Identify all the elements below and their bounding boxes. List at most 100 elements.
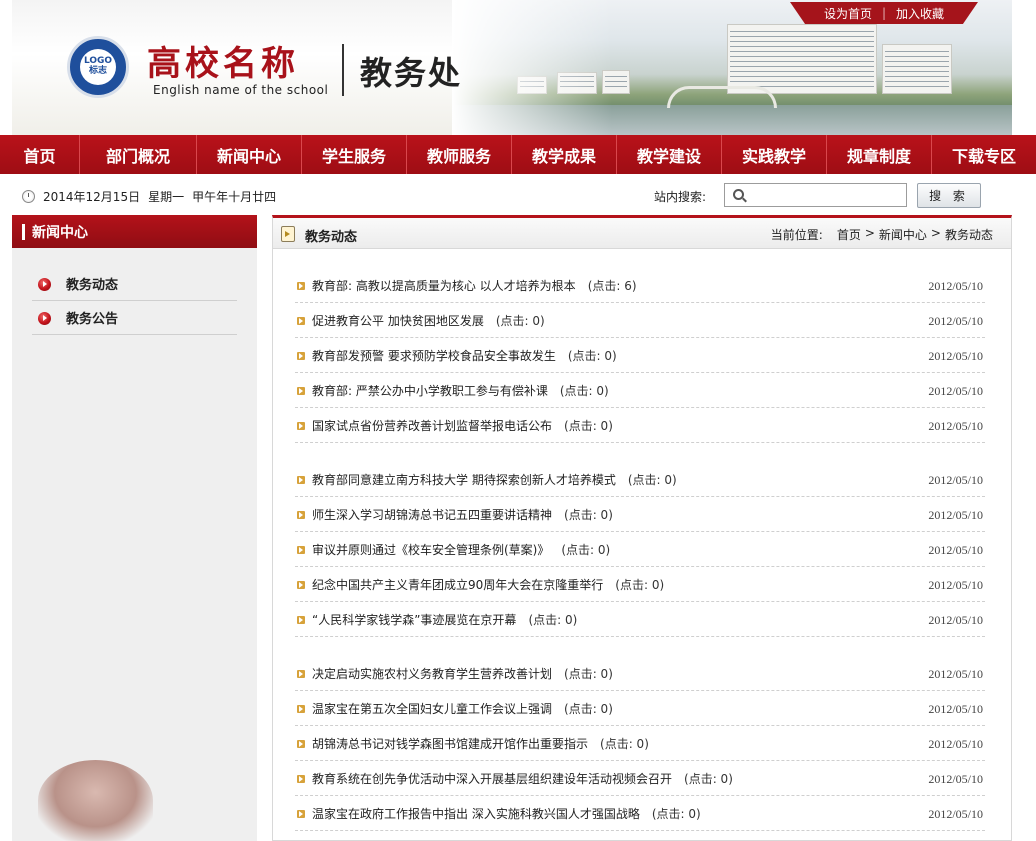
page-title: 教务动态 [305,230,358,245]
news-hits: (点击: 0) [627,472,677,487]
news-item: 温家宝在政府工作报告中指出 深入实施科教兴国人才强国战略 (点击: 0) 2012/… [295,796,985,831]
news-item: 温家宝在第五次全国妇女儿童工作会议上强调 (点击: 0) 2012/05/10 [295,691,985,726]
bullet-icon [297,387,305,395]
nav-news-center[interactable]: 新闻中心 [197,135,302,174]
bullet-icon [297,581,305,589]
add-favorite-link[interactable]: 加入收藏 [896,5,944,22]
breadcrumb: 当前位置: 首页 > 新闻中心 > 教务动态 [771,226,993,243]
search-icon [733,189,744,200]
nav-teaching-achievements[interactable]: 教学成果 [512,135,617,174]
news-title[interactable]: 决定启动实施农村义务教育学生营养改善计划 [312,665,552,682]
news-title[interactable]: 促进教育公平 加快贫困地区发展 [312,312,484,329]
department-name: 教务处 [360,54,463,92]
nav-department-overview[interactable]: 部门概况 [80,135,197,174]
news-date: 2012/05/10 [928,578,983,592]
bullet-arrow-icon [38,278,51,291]
news-hits: (点击: 0) [561,542,611,557]
news-hits: (点击: 0) [564,418,613,433]
clock-icon [22,189,35,203]
breadcrumb-home[interactable]: 首页 [837,226,861,243]
news-hits: (点击: 0) [684,771,733,786]
news-title[interactable]: 胡锦涛总书记对钱学森图书馆建成开馆作出重要指示 [312,735,588,752]
news-hits: (点击: 6) [587,278,637,293]
news-hits: (点击: 0) [528,612,578,627]
news-title[interactable]: 温家宝在第五次全国妇女儿童工作会议上强调 [312,700,552,717]
news-title[interactable]: 教育部发预警 要求预防学校食品安全事故发生 [312,347,556,364]
news-title[interactable]: 教育部: 严禁公办中小学教职工参与有偿补课 [312,382,548,399]
sidebar-item-academic-notices[interactable]: 教务公告 [32,301,237,335]
current-date: 2014年12月15日 [43,189,141,204]
news-title[interactable]: 纪念中国共产主义青年团成立90周年大会在京隆重举行 [312,576,603,593]
breadcrumb-label: 当前位置: [770,228,823,242]
current-weekday: 星期一 [148,189,185,204]
news-date: 2012/05/10 [928,543,983,557]
school-name-english: English name of the school [153,83,329,97]
news-item: 决定启动实施农村义务教育学生营养改善计划 (点击: 0) 2012/05/10 [295,656,985,691]
news-item: 教育部: 严禁公办中小学教职工参与有偿补课 (点击: 0) 2012/05/10 [295,373,985,408]
search-button[interactable]: 搜 索 [917,183,981,208]
sidebar-header: 新闻中心 [12,215,257,248]
main-panel-header: 教务动态 当前位置: 首页 > 新闻中心 > 教务动态 [273,218,1011,249]
news-hits: (点击: 0) [564,507,613,522]
news-item: “人民科学家钱学森”事迹展览在京开幕 (点击: 0) 2012/05/10 [295,602,985,637]
news-hits: (点击: 0) [564,666,613,681]
breadcrumb-separator: > [864,226,875,240]
news-hits: (点击: 0) [564,701,613,716]
news-title[interactable]: 教育部: 高教以提高质量为核心 以人才培养为根本 [312,277,576,294]
news-date: 2012/05/10 [928,384,983,398]
bullet-arrow-icon [38,312,51,325]
news-item: 审议并原则通过《校车安全管理条例(草案)》 (点击: 0) 2012/05/10 [295,532,985,567]
bullet-icon [297,616,305,624]
news-date: 2012/05/10 [928,279,983,293]
sidebar-list: 教务动态 教务公告 [12,267,257,335]
nav-student-services[interactable]: 学生服务 [302,135,407,174]
news-date: 2012/05/10 [928,419,983,433]
bullet-icon [297,282,305,290]
school-logo: LOGO 标志 [67,36,129,98]
news-title[interactable]: 温家宝在政府工作报告中指出 深入实施科教兴国人才强国战略 [312,805,640,822]
breadcrumb-current: 教务动态 [944,228,993,242]
header-divider [342,44,344,96]
nav-home[interactable]: 首页 [0,135,80,174]
bullet-icon [297,317,305,325]
news-item: 促进教育公平 加快贫困地区发展 (点击: 0) 2012/05/10 [295,303,985,338]
news-date: 2012/05/10 [928,613,983,627]
news-date: 2012/05/10 [928,772,983,786]
nav-regulations[interactable]: 规章制度 [827,135,932,174]
news-list-group: 教育部: 高教以提高质量为核心 以人才培养为根本 (点击: 6) 2012/05/1… [295,268,985,443]
nav-practice-teaching[interactable]: 实践教学 [722,135,827,174]
bullet-icon [297,775,305,783]
news-title[interactable]: 审议并原则通过《校车安全管理条例(草案)》 [312,541,549,558]
news-item: 教育部同意建立南方科技大学 期待探索创新人才培养模式 (点击: 0) 2012/05… [295,462,985,497]
school-name: 高校名称 [147,44,299,84]
search-input[interactable] [750,185,902,205]
news-title[interactable]: 国家试点省份营养改善计划监督举报电话公布 [312,417,552,434]
bullet-icon [297,476,305,484]
news-item: 胡锦涛总书记对钱学森图书馆建成开馆作出重要指示 (点击: 0) 2012/05/10 [295,726,985,761]
news-date: 2012/05/10 [928,314,983,328]
news-title[interactable]: 教育部同意建立南方科技大学 期待探索创新人才培养模式 [312,471,616,488]
nav-teacher-services[interactable]: 教师服务 [407,135,512,174]
nav-teaching-construction[interactable]: 教学建设 [617,135,722,174]
news-date: 2012/05/10 [928,702,983,716]
news-item: 国家试点省份营养改善计划监督举报电话公布 (点击: 0) 2012/05/10 [295,408,985,443]
news-hits: (点击: 0) [615,577,665,592]
news-title[interactable]: “人民科学家钱学森”事迹展览在京开幕 [312,611,516,628]
set-homepage-link[interactable]: 设为首页 [824,5,872,22]
top-links-separator: | [881,6,887,20]
news-hits: (点击: 0) [600,736,649,751]
news-item: 教育部: 高教以提高质量为核心 以人才培养为根本 (点击: 6) 2012/05/1… [295,268,985,303]
news-hits: (点击: 0) [651,806,701,821]
news-item: 纪念中国共产主义青年团成立90周年大会在京隆重举行 (点击: 0) 2012/05/… [295,567,985,602]
news-title[interactable]: 师生深入学习胡锦涛总书记五四重要讲话精神 [312,506,552,523]
news-hits: (点击: 0) [567,348,617,363]
news-list-group: 教育部同意建立南方科技大学 期待探索创新人才培养模式 (点击: 0) 2012/05… [295,462,985,637]
sidebar-item-academic-news[interactable]: 教务动态 [32,267,237,301]
sidebar-item-label: 教务动态 [66,278,119,293]
breadcrumb-news-center[interactable]: 新闻中心 [879,226,927,243]
news-date: 2012/05/10 [928,667,983,681]
news-item: 教育部发预警 要求预防学校食品安全事故发生 (点击: 0) 2012/05/10 [295,338,985,373]
sidebar-title: 新闻中心 [32,224,88,241]
nav-downloads[interactable]: 下载专区 [932,135,1036,174]
news-title[interactable]: 教育系统在创先争优活动中深入开展基层组织建设年活动视频会召开 [312,770,672,787]
